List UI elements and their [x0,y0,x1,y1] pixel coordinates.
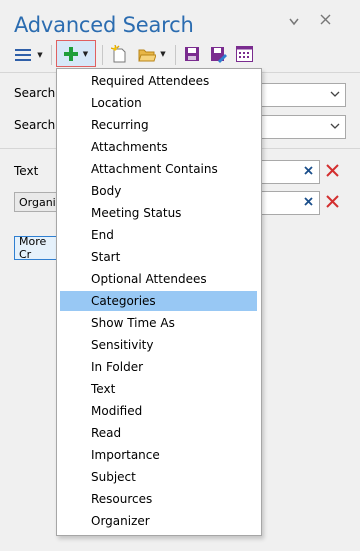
chevron-down-icon [330,87,340,101]
menu-item[interactable]: Modified [60,401,257,421]
clear-icon[interactable] [304,195,313,210]
save-icon [185,47,199,61]
menu-item[interactable]: Start [60,247,257,267]
add-criteria-button[interactable]: ▼ [56,40,96,67]
menu-item[interactable]: In Folder [60,357,257,377]
menu-item[interactable]: Meeting Status [60,203,257,223]
more-criteria-label: More Cr [19,235,47,261]
save-button[interactable] [182,44,202,64]
clear-icon[interactable] [304,164,313,179]
menu-item[interactable]: Subject [60,467,257,487]
chevron-down-icon[interactable] [289,16,299,29]
menu-item[interactable]: Attachment Contains [60,159,257,179]
caret-down-icon: ▼ [82,49,89,58]
menu-item[interactable]: Organizer [60,511,257,531]
hamburger-icon [15,49,32,61]
criteria-menu: Required Attendees Location Recurring Attac… [56,68,262,536]
menu-item[interactable]: End [60,225,257,245]
toolbar-separator [175,45,176,65]
new-search-icon [110,45,125,63]
view-menu-button[interactable]: ▼ [12,45,46,65]
remove-organizer-criteria-icon[interactable] [326,193,339,213]
grid-button[interactable] [234,44,254,64]
chevron-down-icon [330,119,340,133]
caret-down-icon: ▼ [160,50,166,58]
menu-item[interactable]: Location [60,93,257,113]
caret-down-icon: ▼ [37,51,43,59]
more-criteria-button[interactable]: More Cr [14,235,58,261]
add-icon [63,46,78,61]
menu-item[interactable]: Categories [60,291,257,311]
new-search-button[interactable] [109,44,129,64]
menu-item[interactable]: Read [60,423,257,443]
toolbar-separator [102,45,103,65]
menu-item[interactable]: Text [60,379,257,399]
menu-item[interactable]: Body [60,181,257,201]
menu-item[interactable]: Sensitivity [60,335,257,355]
menu-item[interactable]: Importance [60,445,257,465]
organizer-field-button[interactable]: Organiz [14,192,62,212]
menu-item[interactable]: Optional Attendees [60,269,257,289]
panel-title: Advanced Search [14,13,194,37]
toolbar-separator [51,45,52,65]
remove-text-criteria-icon[interactable] [326,162,339,182]
menu-item[interactable]: Required Attendees [60,71,257,91]
grid-icon [235,46,253,62]
edit-icon [210,46,227,63]
text-criteria-label: Text [14,164,39,178]
open-search-button[interactable]: ▼ [135,44,169,64]
menu-item[interactable]: Resources [60,489,257,509]
close-icon[interactable] [320,14,331,28]
menu-item[interactable]: Show Time As [60,313,257,333]
menu-item[interactable]: Recurring [60,115,257,135]
open-folder-icon [138,49,157,61]
menu-item[interactable]: Attachments [60,137,257,157]
edit-button[interactable] [208,44,228,64]
